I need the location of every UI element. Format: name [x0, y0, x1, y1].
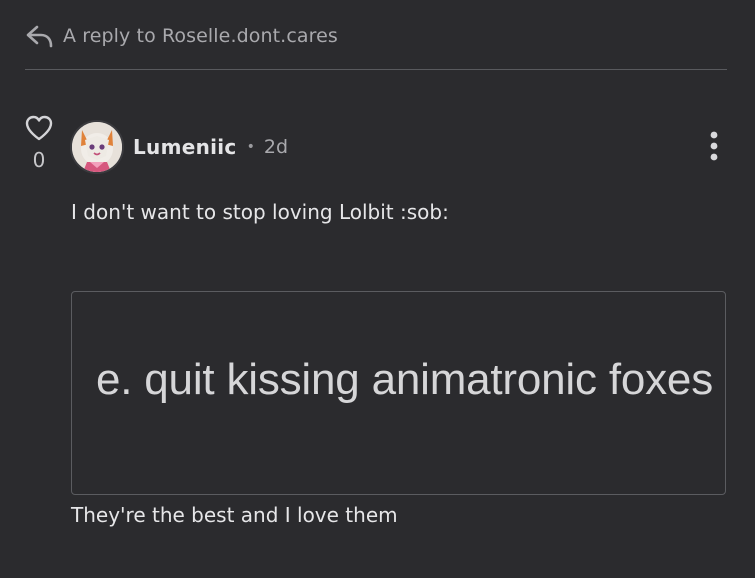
reply-to-text: A reply to Roselle.dont.cares [63, 25, 338, 47]
author-username[interactable]: Lumeniic [133, 135, 237, 159]
post-caption-text: They're the best and I love them [71, 503, 398, 527]
more-options-button[interactable] [703, 128, 725, 166]
post-body-text: I don't want to stop loving Lolbit :sob: [71, 200, 449, 224]
avatar-image [72, 122, 122, 172]
embedded-image-text: e. quit kissing animatronic foxes [95, 355, 713, 404]
like-column: 0 [23, 114, 55, 172]
reply-to-link[interactable]: A reply to Roselle.dont.cares [25, 20, 338, 52]
like-count: 0 [32, 148, 46, 172]
vertical-ellipsis-icon [710, 131, 718, 161]
author-line: Lumeniic • 2d [133, 133, 288, 161]
post-timestamp: 2d [263, 136, 289, 158]
reply-arrow-icon [25, 22, 55, 50]
avatar[interactable] [70, 120, 124, 174]
header-divider [25, 69, 727, 70]
heart-outline-icon[interactable] [23, 114, 55, 146]
embedded-image[interactable]: e. quit kissing animatronic foxes [71, 291, 726, 495]
meta-separator: • [246, 139, 255, 155]
